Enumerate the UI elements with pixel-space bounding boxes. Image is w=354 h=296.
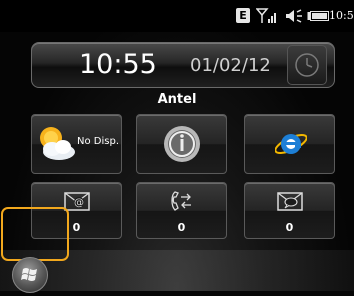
internet-explorer-icon (275, 133, 307, 155)
sms-tile[interactable]: 0 (244, 182, 335, 239)
status-bar[interactable]: E 10:55 (0, 0, 354, 32)
clock-bar[interactable]: 10:55 01/02/12 (31, 42, 335, 88)
sms-icon (277, 192, 303, 211)
clock-date: 01/02/12 (190, 55, 271, 76)
missed-calls-icon (171, 191, 191, 211)
calls-tile[interactable]: 0 (136, 182, 227, 239)
signal-strength-icon (256, 8, 276, 23)
weather-label: No Disp. (77, 136, 119, 147)
clock-time: 10:55 (79, 49, 157, 80)
edge-data-icon: E (236, 8, 250, 23)
operator-name: Antel (157, 92, 197, 107)
start-button-highlight (1, 207, 69, 261)
weather-tile[interactable]: No Disp. (31, 114, 122, 174)
speaker-icon (286, 9, 302, 23)
info-icon (164, 126, 200, 162)
sms-count: 0 (285, 221, 294, 234)
start-button[interactable] (12, 257, 48, 293)
info-tile[interactable] (136, 114, 227, 174)
weather-sun-cloud-icon (40, 127, 75, 160)
calls-count: 0 (177, 221, 186, 234)
home-screen: E 10:55 10:55 01/02/12 (0, 0, 354, 293)
svg-text:@: @ (74, 198, 84, 209)
internet-explorer-tile[interactable] (244, 114, 335, 174)
alarm-clock-icon[interactable] (287, 45, 327, 85)
status-time: 10:55 (329, 9, 354, 22)
battery-icon (307, 11, 329, 21)
windows-start-icon (21, 268, 37, 281)
